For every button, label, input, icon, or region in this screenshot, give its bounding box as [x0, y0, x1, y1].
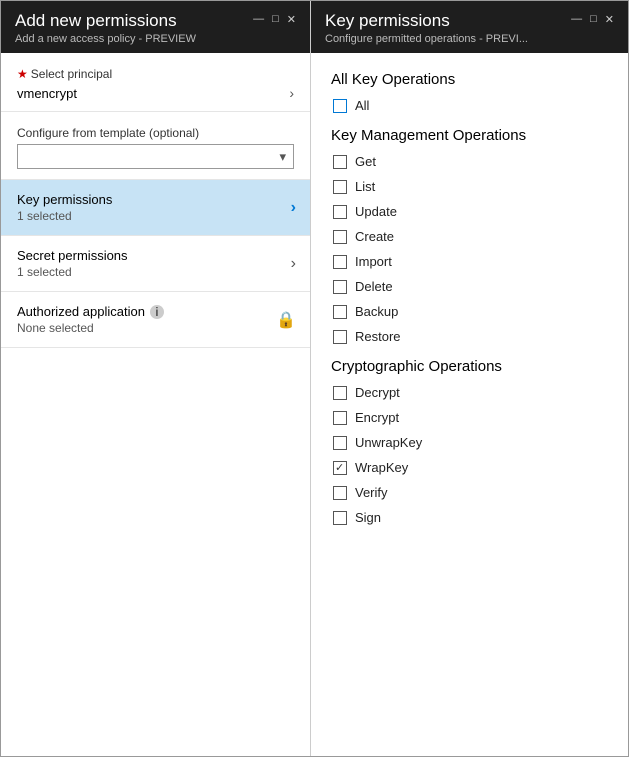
- checkbox-create[interactable]: [333, 230, 347, 244]
- left-minimize-button[interactable]: —: [253, 13, 264, 26]
- checkbox-decrypt[interactable]: [333, 386, 347, 400]
- left-win-controls: — □ ✕: [253, 13, 296, 26]
- checkbox-row-backup: Backup: [331, 304, 608, 319]
- principal-value-row[interactable]: vmencrypt ›: [17, 85, 294, 101]
- left-panel-header: Add new permissions Add a new access pol…: [1, 1, 310, 53]
- checkbox-update-label[interactable]: Update: [355, 204, 397, 219]
- checkbox-row-create: Create: [331, 229, 608, 244]
- checkbox-row-get: Get: [331, 154, 608, 169]
- nav-item-key-permissions-arrow-icon: ›: [291, 199, 296, 217]
- checkbox-verify[interactable]: [333, 486, 347, 500]
- checkbox-import[interactable]: [333, 255, 347, 269]
- checkbox-verify-label[interactable]: Verify: [355, 485, 388, 500]
- nav-item-secret-permissions-sub: 1 selected: [17, 265, 294, 279]
- required-star: ★: [17, 67, 28, 81]
- left-panel: Add new permissions Add a new access pol…: [1, 1, 311, 756]
- left-panel-body: ★Select principal vmencrypt › Configure …: [1, 53, 310, 756]
- template-section: Configure from template (optional): [1, 112, 310, 180]
- checkbox-sign[interactable]: [333, 511, 347, 525]
- left-panel-title: Add new permissions: [15, 11, 196, 31]
- nav-item-key-permissions-sub: 1 selected: [17, 209, 294, 223]
- principal-label: ★Select principal: [17, 67, 294, 81]
- checkbox-row-sign: Sign: [331, 510, 608, 525]
- checkbox-list-label[interactable]: List: [355, 179, 375, 194]
- left-maximize-button[interactable]: □: [272, 13, 279, 26]
- checkbox-all-label[interactable]: All: [355, 98, 369, 113]
- checkbox-encrypt[interactable]: [333, 411, 347, 425]
- checkbox-row-import: Import: [331, 254, 608, 269]
- right-panel-header: Key permissions Configure permitted oper…: [311, 1, 628, 53]
- right-maximize-button[interactable]: □: [590, 13, 597, 26]
- main-container: Add new permissions Add a new access pol…: [0, 0, 629, 757]
- info-icon: i: [150, 305, 164, 319]
- key-management-heading: Key Management Operations: [331, 127, 608, 144]
- nav-item-secret-permissions-title: Secret permissions: [17, 248, 294, 263]
- checkbox-row-delete: Delete: [331, 279, 608, 294]
- checkbox-all[interactable]: [333, 99, 347, 113]
- checkbox-unwrapkey[interactable]: [333, 436, 347, 450]
- all-key-operations-heading: All Key Operations: [331, 71, 608, 88]
- nav-item-key-permissions-title: Key permissions: [17, 192, 294, 207]
- checkbox-create-label[interactable]: Create: [355, 229, 394, 244]
- checkbox-decrypt-label[interactable]: Decrypt: [355, 385, 400, 400]
- checkbox-get[interactable]: [333, 155, 347, 169]
- checkbox-wrapkey[interactable]: [333, 461, 347, 475]
- principal-section: ★Select principal vmencrypt ›: [1, 53, 310, 112]
- checkbox-row-decrypt: Decrypt: [331, 385, 608, 400]
- checkbox-unwrapkey-label[interactable]: UnwrapKey: [355, 435, 422, 450]
- checkbox-import-label[interactable]: Import: [355, 254, 392, 269]
- checkbox-update[interactable]: [333, 205, 347, 219]
- right-panel-body: All Key Operations All Key Management Op…: [311, 53, 628, 756]
- nav-item-authorized-application-title: Authorized application: [17, 304, 145, 319]
- checkbox-restore-label[interactable]: Restore: [355, 329, 401, 344]
- nav-item-authorized-application[interactable]: Authorized application i None selected 🔒: [1, 292, 310, 348]
- checkbox-row-verify: Verify: [331, 485, 608, 500]
- checkbox-row-all: All: [331, 98, 608, 113]
- checkbox-backup-label[interactable]: Backup: [355, 304, 398, 319]
- all-key-operations-section: All Key Operations All: [331, 71, 608, 113]
- checkbox-delete-label[interactable]: Delete: [355, 279, 393, 294]
- checkbox-restore[interactable]: [333, 330, 347, 344]
- right-win-controls: — □ ✕: [571, 13, 614, 26]
- right-minimize-button[interactable]: —: [571, 13, 582, 26]
- nav-item-secret-permissions-arrow-icon: ›: [291, 255, 296, 273]
- left-panel-subtitle: Add a new access policy - PREVIEW: [15, 33, 196, 45]
- right-panel-title: Key permissions: [325, 11, 528, 31]
- nav-item-authorized-application-sub: None selected: [17, 321, 294, 335]
- checkbox-row-restore: Restore: [331, 329, 608, 344]
- checkbox-row-unwrapkey: UnwrapKey: [331, 435, 608, 450]
- principal-value: vmencrypt: [17, 86, 77, 101]
- checkbox-wrapkey-label[interactable]: WrapKey: [355, 460, 408, 475]
- checkbox-backup[interactable]: [333, 305, 347, 319]
- left-close-button[interactable]: ✕: [287, 13, 296, 26]
- template-label: Configure from template (optional): [17, 126, 294, 140]
- checkbox-row-update: Update: [331, 204, 608, 219]
- crypto-heading: Cryptographic Operations: [331, 358, 608, 375]
- checkbox-row-encrypt: Encrypt: [331, 410, 608, 425]
- checkbox-list[interactable]: [333, 180, 347, 194]
- checkbox-delete[interactable]: [333, 280, 347, 294]
- checkbox-row-list: List: [331, 179, 608, 194]
- checkbox-row-wrapkey: WrapKey: [331, 460, 608, 475]
- right-panel: Key permissions Configure permitted oper…: [311, 1, 628, 756]
- checkbox-sign-label[interactable]: Sign: [355, 510, 381, 525]
- template-select[interactable]: [17, 144, 294, 169]
- key-management-section: Key Management Operations Get List Updat…: [331, 127, 608, 344]
- right-close-button[interactable]: ✕: [605, 13, 614, 26]
- nav-item-secret-permissions[interactable]: Secret permissions 1 selected ›: [1, 236, 310, 292]
- right-panel-subtitle: Configure permitted operations - PREVI..…: [325, 33, 528, 45]
- lock-icon: 🔒: [276, 310, 296, 330]
- principal-chevron-right-icon: ›: [289, 85, 294, 101]
- template-select-wrapper: [17, 144, 294, 169]
- checkbox-encrypt-label[interactable]: Encrypt: [355, 410, 399, 425]
- nav-item-key-permissions[interactable]: Key permissions 1 selected ›: [1, 180, 310, 236]
- crypto-section: Cryptographic Operations Decrypt Encrypt…: [331, 358, 608, 525]
- checkbox-get-label[interactable]: Get: [355, 154, 376, 169]
